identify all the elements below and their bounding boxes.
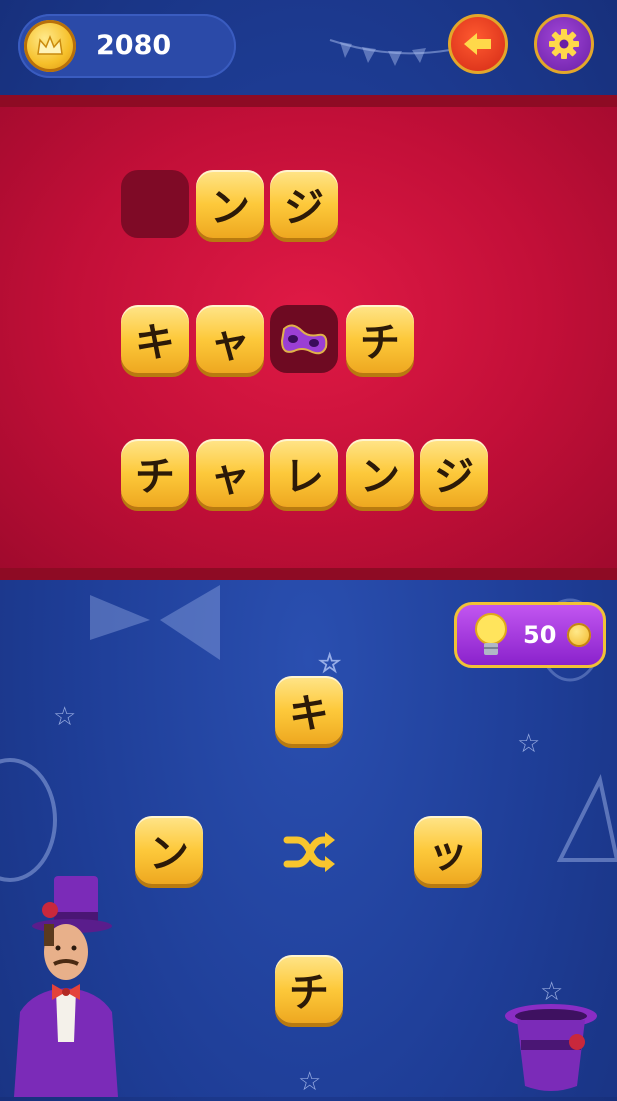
svg-text:☆: ☆ bbox=[318, 649, 341, 679]
back-button[interactable] bbox=[448, 14, 508, 74]
wheel-letter-top[interactable]: キ bbox=[275, 676, 343, 744]
letter-tile: ン bbox=[346, 439, 414, 507]
letter-tile: レ bbox=[270, 439, 338, 507]
coin-icon bbox=[567, 623, 591, 647]
letter-tile: ジ bbox=[420, 439, 488, 507]
bonus-letter-slot bbox=[270, 305, 338, 373]
settings-button[interactable] bbox=[534, 14, 594, 74]
shuffle-icon bbox=[283, 832, 335, 872]
svg-text:☆: ☆ bbox=[517, 729, 540, 759]
letter-tile: ャ bbox=[196, 439, 264, 507]
ringmaster-character bbox=[4, 872, 124, 1097]
coin-crown-icon bbox=[24, 20, 76, 72]
svg-text:☆: ☆ bbox=[53, 702, 76, 732]
letter-tile: キ bbox=[121, 305, 189, 373]
arrow-left-icon bbox=[464, 33, 491, 55]
hint-button[interactable]: 50 bbox=[454, 602, 606, 668]
mask-icon bbox=[280, 324, 328, 355]
lightbulb-icon bbox=[475, 613, 507, 655]
wheel-letter-right[interactable]: ッ bbox=[414, 816, 482, 884]
wheel-letter-bottom[interactable]: チ bbox=[275, 955, 343, 1023]
letter-tile: ジ bbox=[270, 170, 338, 238]
wheel-letter-left[interactable]: ン bbox=[135, 816, 203, 884]
coin-score: 2080 bbox=[96, 30, 172, 61]
svg-text:☆: ☆ bbox=[298, 1067, 321, 1097]
letter-tile: チ bbox=[346, 305, 414, 373]
puzzle-board: ン ジ キ ャ チ チ ャ レ ン ジ bbox=[0, 95, 617, 580]
coin-counter: 2080 bbox=[18, 14, 236, 78]
letter-tile: ャ bbox=[196, 305, 264, 373]
gear-icon bbox=[549, 29, 579, 59]
letter-tile: チ bbox=[121, 439, 189, 507]
letter-tile: ン bbox=[196, 170, 264, 238]
shuffle-button[interactable] bbox=[280, 822, 340, 882]
empty-letter-slot bbox=[121, 170, 189, 238]
hint-cost: 50 bbox=[523, 621, 557, 649]
magic-hat-decoration bbox=[503, 1000, 603, 1097]
